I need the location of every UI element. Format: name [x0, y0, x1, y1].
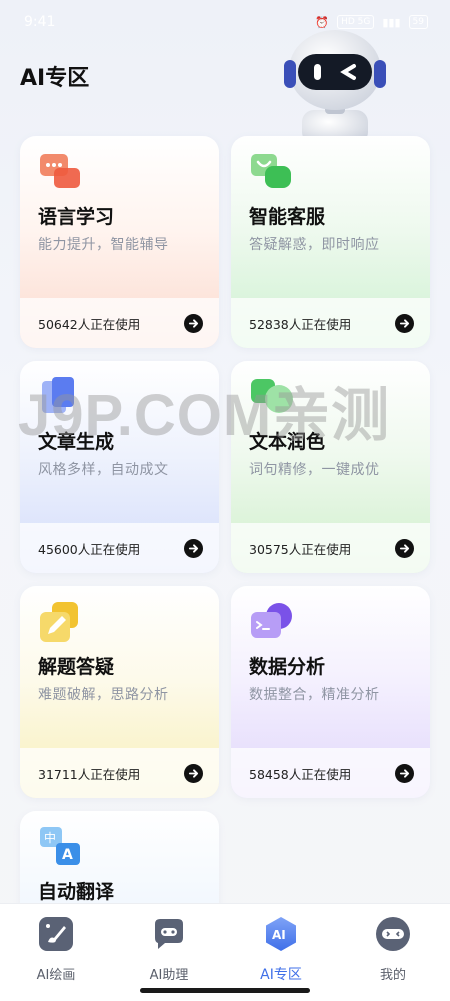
usage-count: 58458人正在使用 [249, 766, 352, 782]
home-indicator[interactable] [140, 988, 310, 993]
polish-icon [251, 379, 293, 413]
arrow-right-icon[interactable] [184, 763, 203, 783]
card-footer: 45600人正在使用 [20, 523, 219, 573]
profile-robot-icon [376, 917, 410, 951]
card-text-polish[interactable]: 文本润色 词句精修，一键成优 30575人正在使用 [231, 361, 430, 573]
card-title: 文本润色 [249, 431, 326, 453]
card-subtitle: 风格多样，自动成文 [38, 462, 169, 478]
card-smart-support[interactable]: 智能客服 答疑解惑，即时响应 52838人正在使用 [231, 136, 430, 348]
card-subtitle: 数据整合，精准分析 [249, 687, 380, 703]
card-footer: 58458人正在使用 [231, 748, 430, 798]
arrow-right-icon[interactable] [184, 313, 203, 333]
card-subtitle: 能力提升，智能辅导 [38, 237, 169, 253]
card-footer: 52838人正在使用 [231, 298, 430, 348]
assistant-chat-icon [155, 919, 183, 949]
svg-text:A: A [62, 847, 73, 863]
tab-ai-painting[interactable]: AI绘画 [16, 916, 96, 983]
card-footer: 30575人正在使用 [231, 523, 430, 573]
card-subtitle: 答疑解惑，即时响应 [249, 237, 380, 253]
tab-ai-zone[interactable]: AI AI专区 [241, 916, 321, 984]
pencil-icon [40, 602, 78, 642]
arrow-right-icon[interactable] [395, 538, 414, 558]
tab-mine[interactable]: 我的 [353, 916, 433, 983]
tab-label: AI专区 [260, 967, 302, 983]
translate-icon: 中 A [40, 827, 80, 865]
paint-brush-icon [39, 917, 73, 951]
arrow-right-icon[interactable] [395, 313, 414, 333]
card-article-generation[interactable]: 文章生成 风格多样，自动成文 45600人正在使用 [20, 361, 219, 573]
arrow-right-icon[interactable] [184, 538, 203, 558]
usage-count: 50642人正在使用 [38, 316, 141, 332]
usage-count: 52838人正在使用 [249, 316, 352, 332]
card-title: 智能客服 [249, 206, 326, 228]
card-title: 文章生成 [38, 431, 115, 453]
svg-text:中: 中 [44, 830, 56, 845]
card-title: 自动翻译 [38, 881, 115, 903]
arrow-right-icon[interactable] [395, 763, 414, 783]
svg-text:AI: AI [272, 928, 286, 942]
chat-bubbles-icon [40, 154, 80, 188]
card-data-analysis[interactable]: 数据分析 数据整合，精准分析 58458人正在使用 [231, 586, 430, 798]
tab-ai-assistant[interactable]: AI助理 [129, 916, 209, 983]
card-title: 数据分析 [249, 656, 326, 678]
card-problem-solving[interactable]: 解题答疑 难题破解，思路分析 31711人正在使用 [20, 586, 219, 798]
card-title: 语言学习 [38, 206, 115, 228]
tab-label: AI绘画 [36, 968, 76, 983]
document-icon [42, 377, 74, 413]
page-title: AI专区 [20, 66, 90, 91]
usage-count: 45600人正在使用 [38, 541, 141, 557]
usage-count: 30575人正在使用 [249, 541, 352, 557]
card-footer: 31711人正在使用 [20, 748, 219, 798]
card-subtitle: 词句精修，一键成优 [249, 462, 380, 478]
bottom-tab-bar: AI绘画 AI助理 AI AI专区 我的 [0, 903, 450, 1001]
tab-label: AI助理 [149, 968, 189, 983]
tab-label: 我的 [379, 968, 406, 983]
robot-mascot-image [284, 30, 386, 143]
headset-chat-icon [251, 154, 291, 188]
card-footer: 50642人正在使用 [20, 298, 219, 348]
usage-count: 31711人正在使用 [38, 766, 141, 782]
card-language-learning[interactable]: 语言学习 能力提升，智能辅导 50642人正在使用 [20, 136, 219, 348]
terminal-icon [251, 603, 292, 638]
battery-indicator: 59 [408, 15, 428, 29]
card-subtitle: 难题破解，思路分析 [38, 687, 169, 703]
status-time: 9:41 [24, 14, 56, 30]
card-title: 解题答疑 [38, 656, 115, 678]
ai-zone-icon: AI [266, 917, 296, 951]
